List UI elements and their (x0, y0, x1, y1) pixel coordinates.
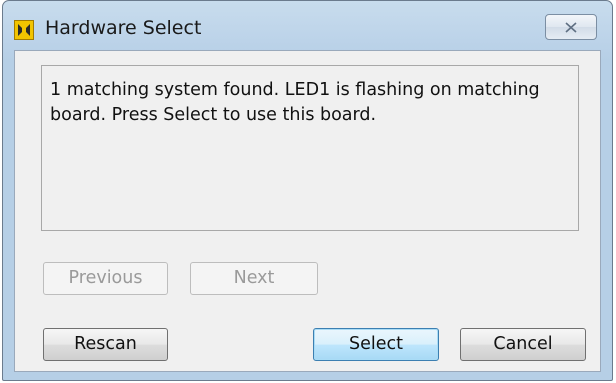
app-icon (14, 20, 34, 40)
previous-button[interactable]: Previous (43, 262, 168, 295)
cancel-button[interactable]: Cancel (460, 328, 586, 361)
next-button[interactable]: Next (190, 262, 318, 295)
close-icon (565, 22, 577, 33)
window-title: Hardware Select (45, 17, 202, 39)
close-button[interactable] (545, 14, 597, 40)
labview-glyph-icon (18, 24, 30, 36)
status-message-box: 1 matching system found. LED1 is flashin… (41, 65, 579, 231)
hardware-select-dialog: Hardware Select 1 matching system found.… (2, 0, 613, 381)
select-button[interactable]: Select (313, 328, 439, 361)
dialog-body: 1 matching system found. LED1 is flashin… (14, 50, 601, 372)
rescan-button[interactable]: Rescan (43, 328, 168, 361)
status-message: 1 matching system found. LED1 is flashin… (50, 80, 540, 125)
